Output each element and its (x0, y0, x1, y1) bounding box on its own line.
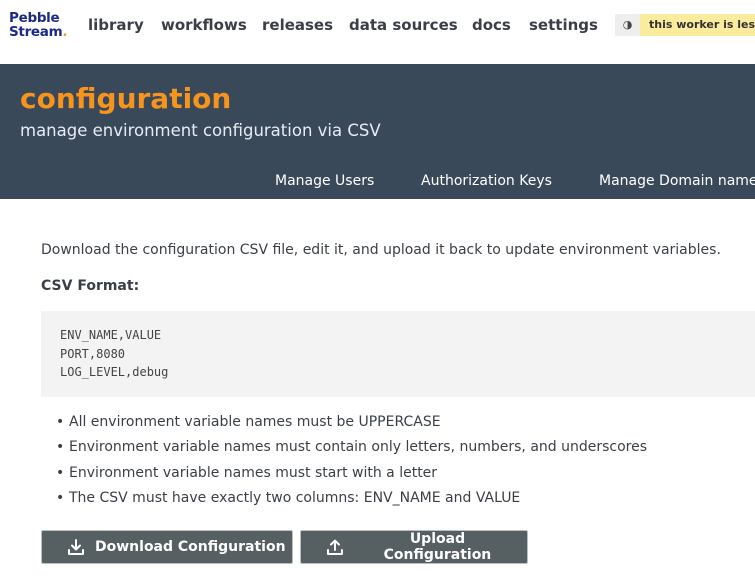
page-header: configuration manage environment configu… (0, 64, 755, 199)
upload-icon (326, 539, 343, 555)
page-subtitle: manage environment configuration via CSV (20, 121, 381, 140)
page-title: configuration (20, 82, 232, 115)
download-configuration-button[interactable]: Download Configuration (41, 530, 293, 564)
upload-button-label: Upload Configuration (383, 531, 492, 563)
nav-library[interactable]: library (88, 16, 144, 34)
nav-workflows[interactable]: workflows (161, 16, 247, 34)
logo-line-1: Pebble (9, 10, 60, 26)
csv-line: LOG_LEVEL,debug (60, 365, 169, 379)
intro-text: Download the configuration CSV file, edi… (41, 242, 721, 258)
csv-format-heading: CSV Format: (41, 278, 140, 294)
subnav-manage-users[interactable]: Manage Users (275, 173, 374, 189)
pebblestream-logo[interactable]: Pebble Stream. (9, 10, 68, 40)
logo-dot: . (62, 24, 68, 40)
nav-docs[interactable]: docs (472, 16, 511, 34)
list-item: The CSV must have exactly two columns: E… (56, 488, 647, 513)
contrast-icon: ◑ (622, 18, 633, 31)
csv-rules-list: All environment variable names must be U… (56, 412, 647, 513)
top-nav: Pebble Stream. library workflows release… (0, 0, 755, 64)
logo-line-2-text: Stream (9, 24, 63, 40)
upload-configuration-button[interactable]: Upload Configuration (300, 530, 528, 564)
theme-toggle-button[interactable]: ◑ (615, 14, 640, 36)
download-icon (68, 539, 84, 555)
subnav-authorization-keys[interactable]: Authorization Keys (421, 173, 552, 189)
list-item: Environment variable names must start wi… (56, 463, 647, 488)
csv-line: ENV_NAME,VALUE (60, 328, 162, 342)
csv-line: PORT,8080 (60, 347, 126, 361)
logo-line-2: Stream. (9, 24, 68, 40)
nav-settings[interactable]: settings (529, 16, 598, 34)
list-item: Environment variable names must contain … (56, 437, 647, 462)
nav-releases[interactable]: releases (262, 16, 333, 34)
nav-data-sources[interactable]: data sources (349, 16, 458, 34)
download-button-label: Download Configuration (95, 539, 286, 555)
subnav-manage-domain-name[interactable]: Manage Domain name (599, 173, 755, 189)
csv-example-code: ENV_NAME,VALUE PORT,8080 LOG_LEVEL,debug (41, 311, 755, 397)
worker-warning-banner: this worker is less (640, 14, 755, 36)
list-item: All environment variable names must be U… (56, 412, 647, 437)
